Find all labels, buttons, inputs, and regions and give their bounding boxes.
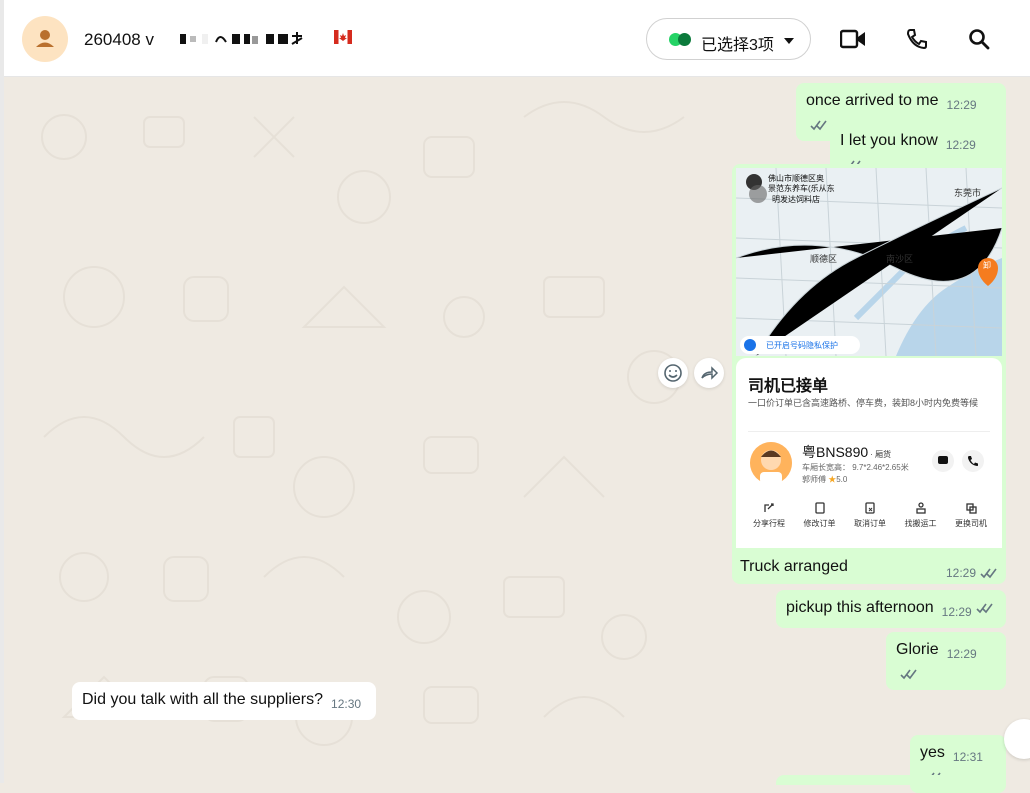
message-out-5[interactable]: Glorie 12:29 bbox=[886, 632, 1006, 690]
map-label-foshan: 佛山市顺德区奥 bbox=[768, 174, 824, 183]
swap-icon bbox=[966, 503, 977, 514]
double-check-icon bbox=[976, 603, 993, 614]
driver-face-icon bbox=[750, 442, 792, 484]
message-icon bbox=[938, 456, 948, 464]
voice-call-button[interactable] bbox=[900, 22, 934, 56]
message-out-4[interactable]: pickup this afternoon 12:29 bbox=[776, 590, 1006, 628]
porter-icon bbox=[915, 502, 926, 514]
message-text: Did you talk with all the suppliers? bbox=[82, 691, 324, 708]
privacy-tag: 已开启号码隐私保护 bbox=[766, 341, 838, 350]
find-porter-action[interactable]: 找搬运工 bbox=[896, 502, 946, 529]
plate-number: 粤BNS890 · 厢货 bbox=[802, 444, 892, 460]
call-driver-button[interactable] bbox=[962, 450, 984, 472]
share-trip-action[interactable]: 分享行程 bbox=[744, 502, 794, 529]
react-button[interactable] bbox=[658, 358, 688, 388]
double-check-icon bbox=[980, 568, 997, 579]
edit-order-action[interactable]: 修改订单 bbox=[795, 502, 845, 529]
truck-size: 车厢长宽高： 9.7*2.46*2.65米 bbox=[802, 463, 909, 472]
share-icon bbox=[764, 503, 774, 512]
message-time: 12:29 bbox=[946, 566, 998, 580]
double-check-icon bbox=[900, 669, 917, 680]
chat-header: 260408 ᴠ 已选择3项 bbox=[4, 0, 1030, 77]
video-call-button[interactable] bbox=[836, 22, 870, 56]
cancel-icon bbox=[865, 502, 875, 514]
canada-flag-icon bbox=[334, 30, 352, 44]
driver-avatar bbox=[750, 442, 792, 484]
message-text: I let you know bbox=[840, 132, 938, 149]
chevron-down-icon bbox=[784, 38, 794, 44]
double-check-icon bbox=[810, 120, 827, 131]
message-out-partial bbox=[776, 775, 1006, 785]
video-camera-icon bbox=[840, 29, 865, 49]
chat-messages-area[interactable]: once arrived to me 12:29 I let you know 12… bbox=[4, 77, 1030, 793]
message-time: 12:30 bbox=[331, 697, 362, 711]
message-in-1[interactable]: Did you talk with all the suppliers? 12:3… bbox=[72, 682, 376, 720]
selection-label: 已选择3项 bbox=[701, 37, 774, 54]
map-pin-label: 卸 bbox=[983, 261, 991, 270]
map-label-foshan-2: 景范东养车(乐从东 bbox=[768, 184, 835, 193]
order-card: 司机已接单 一口价订单已含高速路桥、停车费，装卸8小时内免费等候 粤BNS890… bbox=[736, 358, 1002, 548]
selection-indicator-dark bbox=[678, 33, 691, 46]
search-icon bbox=[969, 29, 990, 50]
message-time: 12:29 bbox=[941, 605, 972, 619]
message-out-image[interactable]: 佛山市顺德区奥 景范东养车(乐从东 明发达饲料店 东莞市 顺德区 南沙区 卸 已… bbox=[732, 164, 1006, 584]
selection-dropdown[interactable]: 已选择3项 bbox=[646, 18, 811, 60]
contact-avatar[interactable] bbox=[22, 16, 68, 62]
map-label-dongguan: 东莞市 bbox=[954, 188, 982, 198]
person-icon bbox=[36, 30, 54, 47]
map-label-nansha: 南沙区 bbox=[886, 254, 914, 264]
map-label-shunde: 顺德区 bbox=[810, 254, 838, 264]
cancel-order-action[interactable]: 取消订单 bbox=[845, 502, 895, 529]
change-driver-action[interactable]: 更换司机 bbox=[946, 502, 996, 529]
message-time: 12:29 bbox=[946, 647, 977, 661]
driver-name: 郭师傅 ★5.0 bbox=[802, 475, 848, 484]
chat-driver-button[interactable] bbox=[932, 450, 954, 472]
message-time: 12:29 bbox=[945, 138, 976, 152]
message-text: pickup this afternoon bbox=[786, 599, 934, 616]
message-time: 12:31 bbox=[952, 750, 983, 764]
message-text: Glorie bbox=[896, 641, 939, 658]
phone-icon bbox=[968, 456, 978, 466]
order-actions: 分享行程 修改订单 取消订单 找搬运工 更换司机 bbox=[744, 502, 996, 529]
order-subtitle: 一口价订单已含高速路桥、停车费，装卸8小时内免费等候 bbox=[748, 398, 979, 408]
message-text: yes bbox=[920, 744, 945, 761]
forward-button[interactable] bbox=[694, 358, 724, 388]
emoji-icon bbox=[664, 364, 682, 382]
chat-title[interactable]: 260408 ᴠ bbox=[84, 30, 154, 50]
message-text: once arrived to me bbox=[806, 92, 939, 109]
map-label-foshan-3: 明发达饲料店 bbox=[772, 195, 820, 204]
divider bbox=[748, 431, 990, 432]
phone-icon bbox=[906, 29, 927, 50]
redacted-name-glyphs bbox=[180, 32, 303, 45]
image-caption: Truck arranged bbox=[740, 558, 848, 575]
order-title: 司机已接单 bbox=[748, 378, 829, 395]
message-time: 12:29 bbox=[946, 98, 977, 112]
edit-icon bbox=[814, 502, 825, 514]
search-button[interactable] bbox=[962, 22, 996, 56]
map-image[interactable]: 佛山市顺德区奥 景范东养车(乐从东 明发达饲料店 东莞市 顺德区 南沙区 卸 已… bbox=[735, 167, 1003, 357]
forward-icon bbox=[701, 366, 719, 380]
